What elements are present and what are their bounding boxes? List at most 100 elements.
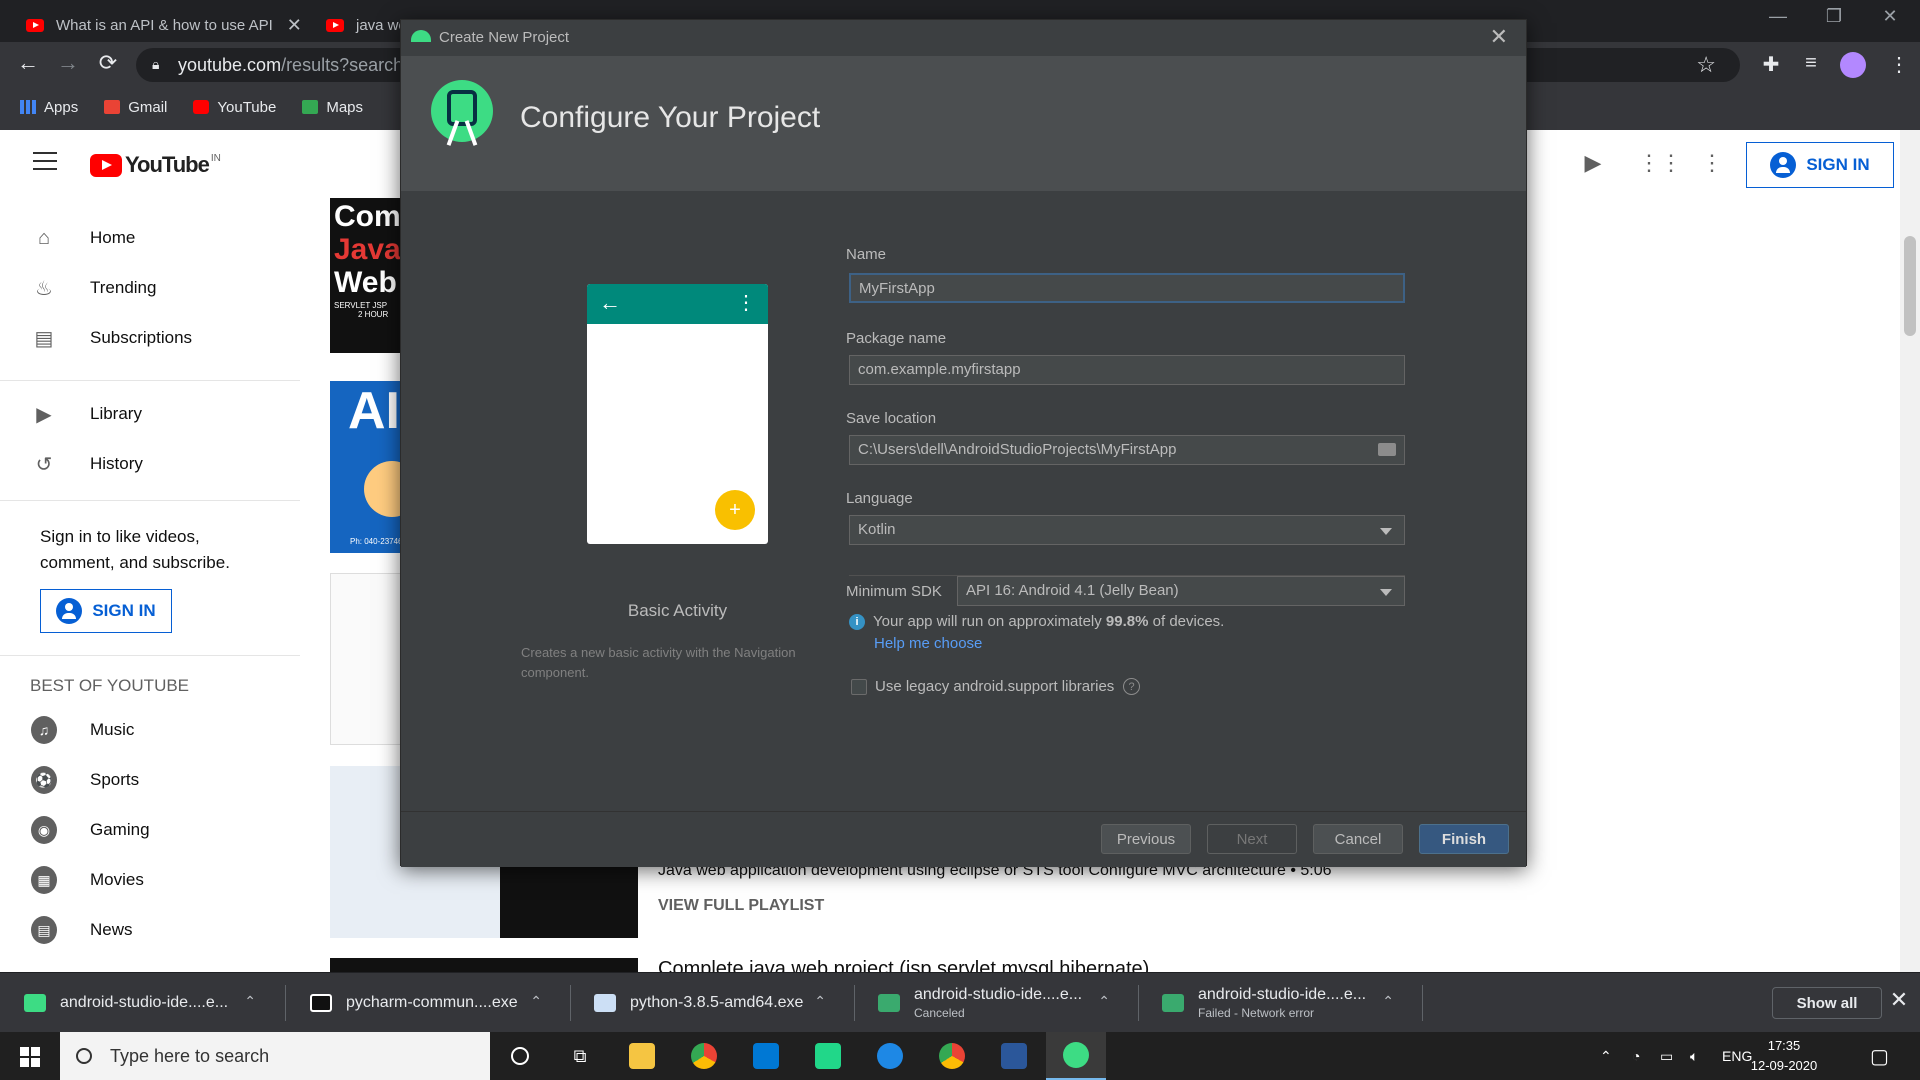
preview-toolbar: ← ⋮ xyxy=(587,284,768,324)
system-clock[interactable]: 17:35 12-09-2020 xyxy=(1744,1036,1824,1076)
youtube-icon xyxy=(193,100,210,114)
settings-more-icon[interactable]: ⋮ xyxy=(1697,150,1727,176)
cortana-icon[interactable] xyxy=(490,1032,550,1080)
device-coverage-info: i Your app will run on approximately 99.… xyxy=(849,613,1224,630)
minimum-sdk-label: Minimum SDK xyxy=(846,583,942,600)
show-all-downloads-button[interactable]: Show all xyxy=(1772,987,1882,1019)
activity-name: Basic Activity xyxy=(627,601,728,620)
bookmark-gmail[interactable]: Gmail xyxy=(104,99,167,116)
task-view-icon[interactable]: ⧉ xyxy=(550,1032,610,1080)
sidebar-sign-in-button[interactable]: SIGN IN xyxy=(40,589,172,633)
sidebar-item-library[interactable]: ▶ Library xyxy=(0,391,300,437)
extensions-puzzle-icon[interactable]: ✚ xyxy=(1756,52,1786,77)
pycharm-app-icon[interactable] xyxy=(798,1032,858,1080)
package-name-field[interactable]: com.example.myfirstapp xyxy=(849,355,1405,385)
legacy-support-label[interactable]: Use legacy android.support libraries xyxy=(875,678,1114,695)
sidebar-item-movies[interactable]: ▦ Movies xyxy=(0,857,300,903)
news-icon: ▤ xyxy=(31,916,57,944)
sidebar-item-music[interactable]: ♫ Music xyxy=(0,707,300,753)
chrome-menu-icon[interactable]: ⋮ xyxy=(1884,52,1914,77)
android-studio-file-icon xyxy=(1162,994,1184,1012)
bookmark-star-icon[interactable]: ☆ xyxy=(1696,52,1716,78)
sidebar-item-sports[interactable]: ⚽ Sports xyxy=(0,757,300,803)
chevron-up-icon[interactable]: ⌃ xyxy=(1382,993,1394,1010)
download-item[interactable]: android-studio-ide....e... ⌃ xyxy=(0,973,284,1033)
video-title[interactable]: Complete java web project (jsp servlet m… xyxy=(658,958,1149,972)
save-location-value: C:\Users\dell\AndroidStudioProjects\MyFi… xyxy=(858,441,1177,458)
cancel-button[interactable]: Cancel xyxy=(1313,824,1403,854)
hamburger-menu-icon[interactable] xyxy=(33,152,57,176)
back-icon[interactable]: ← xyxy=(10,50,46,76)
bookmark-youtube[interactable]: YouTube xyxy=(193,99,276,116)
sidebar-item-trending[interactable]: ♨ Trending xyxy=(0,265,300,311)
youtube-favicon-icon xyxy=(26,18,44,32)
profile-avatar[interactable] xyxy=(1840,52,1866,78)
chrome-app-icon[interactable] xyxy=(922,1032,982,1080)
download-item[interactable]: android-studio-ide....e... Failed - Netwo… xyxy=(1138,973,1422,1033)
sidebar-item-home[interactable]: ⌂ Home xyxy=(0,215,300,261)
save-location-label: Save location xyxy=(846,410,937,427)
movies-icon: ▦ xyxy=(31,866,57,894)
windows-start-icon[interactable] xyxy=(20,1047,40,1067)
reload-icon[interactable]: ⟳ xyxy=(90,50,126,76)
download-item[interactable]: pycharm-commun....exe ⌃ xyxy=(286,973,570,1033)
name-field[interactable]: MyFirstApp xyxy=(849,273,1405,303)
android-studio-app-icon[interactable] xyxy=(1046,1032,1106,1080)
minimum-sdk-select[interactable]: API 16: Android 4.1 (Jelly Bean) xyxy=(957,576,1405,606)
android-studio-file-icon xyxy=(878,994,900,1012)
chevron-up-icon[interactable]: ⌃ xyxy=(1098,993,1110,1010)
close-window-icon[interactable]: ✕ xyxy=(1870,6,1910,27)
sidebar-item-gaming[interactable]: ◉ Gaming xyxy=(0,807,300,853)
sign-in-button[interactable]: SIGN IN xyxy=(1746,142,1894,188)
legacy-support-checkbox[interactable] xyxy=(851,679,867,695)
apps-grid-icon[interactable]: ⋮⋮ xyxy=(1638,150,1682,176)
browser-tab[interactable]: What is an API & how to use API ✕ xyxy=(14,8,314,42)
folder-browse-icon[interactable] xyxy=(1378,443,1396,456)
scrollbar-thumb[interactable] xyxy=(1904,236,1916,336)
show-hidden-icons-icon[interactable]: ⌃ xyxy=(1600,1032,1612,1080)
previous-button[interactable]: Previous xyxy=(1101,824,1191,854)
volume-icon[interactable]: 🔈︎ xyxy=(1690,1032,1698,1080)
close-tab-icon[interactable]: ✕ xyxy=(287,15,302,36)
bookmark-apps[interactable]: Apps xyxy=(20,99,78,116)
close-dialog-icon[interactable]: ✕ xyxy=(1490,24,1508,50)
best-of-heading: BEST OF YOUTUBE xyxy=(30,676,190,695)
save-location-field[interactable]: C:\Users\dell\AndroidStudioProjects\MyFi… xyxy=(849,435,1405,465)
eclipse-app-icon[interactable] xyxy=(860,1032,920,1080)
youtube-play-icon xyxy=(90,153,122,177)
taskbar-search-box[interactable]: Type here to search xyxy=(60,1032,490,1080)
sidebar-item-news[interactable]: ▤ News xyxy=(0,907,300,953)
sidebar-item-history[interactable]: ↺ History xyxy=(0,441,300,487)
next-button[interactable]: Next xyxy=(1207,824,1297,854)
view-full-playlist-link[interactable]: VIEW FULL PLAYLIST xyxy=(658,897,824,915)
download-item[interactable]: android-studio-ide....e... Canceled ⌃ xyxy=(854,973,1138,1033)
chevron-up-icon[interactable]: ⌃ xyxy=(530,993,542,1010)
sidebar-item-subscriptions[interactable]: ▤ Subscriptions xyxy=(0,315,300,361)
help-question-icon[interactable]: ? xyxy=(1123,678,1140,695)
close-downloads-icon[interactable]: ✕ xyxy=(1884,987,1914,1013)
word-app-icon[interactable] xyxy=(984,1032,1044,1080)
create-video-icon[interactable]: ▶︎ xyxy=(1578,150,1608,176)
battery-icon[interactable]: ▭ xyxy=(1660,1032,1673,1080)
file-explorer-icon[interactable] xyxy=(612,1032,672,1080)
language-select[interactable]: Kotlin xyxy=(849,515,1405,545)
wifi-icon[interactable]: ◔ xyxy=(1632,1032,1640,1080)
video-thumbnail[interactable] xyxy=(330,958,638,972)
minimize-window-icon[interactable]: — xyxy=(1758,6,1798,27)
chrome-app-icon[interactable] xyxy=(674,1032,734,1080)
finish-button[interactable]: Finish xyxy=(1419,824,1509,854)
bookmark-maps[interactable]: Maps xyxy=(302,99,363,116)
help-me-choose-link[interactable]: Help me choose xyxy=(874,635,982,652)
reading-list-icon[interactable]: ≡ xyxy=(1796,52,1826,75)
dropdown-arrow-icon xyxy=(1380,589,1392,596)
forward-icon[interactable]: → xyxy=(50,50,86,76)
restore-window-icon[interactable]: ❐ xyxy=(1814,6,1854,27)
chevron-up-icon[interactable]: ⌃ xyxy=(244,993,256,1010)
notifications-icon[interactable]: ▢ xyxy=(1870,1032,1889,1080)
page-scrollbar[interactable] xyxy=(1900,130,1920,972)
playlist-count-overlay xyxy=(500,866,638,938)
chevron-up-icon[interactable]: ⌃ xyxy=(814,993,826,1010)
youtube-logo[interactable]: YouTube IN xyxy=(90,152,221,178)
download-item[interactable]: python-3.8.5-amd64.exe ⌃ xyxy=(570,973,854,1033)
mail-app-icon[interactable] xyxy=(736,1032,796,1080)
